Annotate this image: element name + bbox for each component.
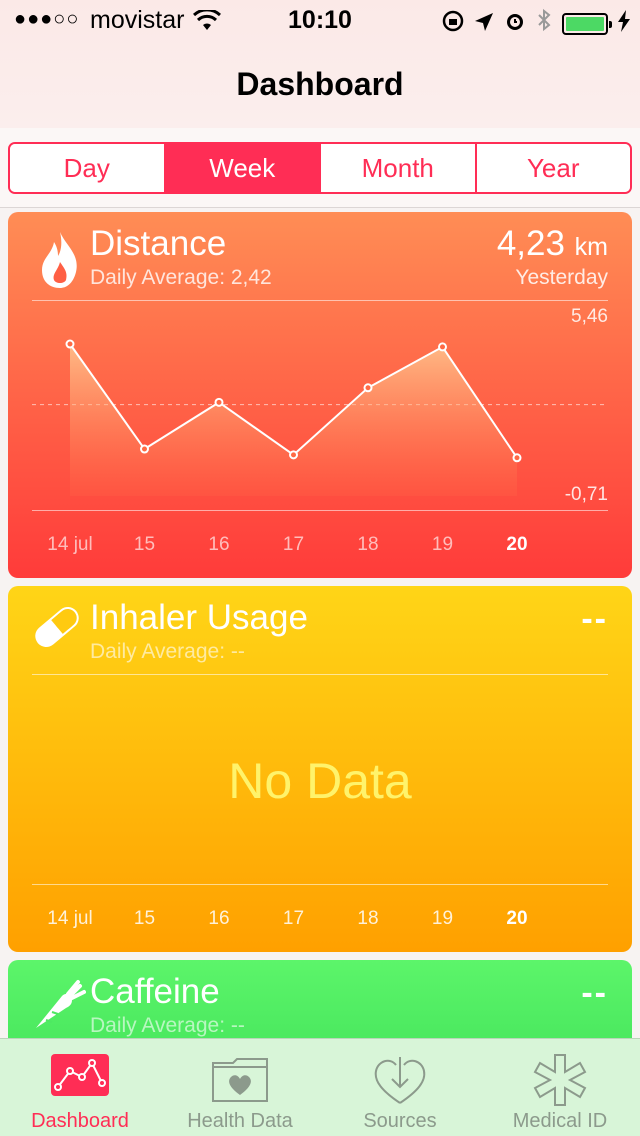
card-title: Caffeine bbox=[90, 972, 220, 1011]
chart-bottom-line bbox=[32, 884, 608, 885]
inhaler-card[interactable]: Inhaler Usage Daily Average: -- -- No Da… bbox=[8, 586, 632, 952]
distance-card[interactable]: Distance Daily Average: 2,42 4,23 km Yes… bbox=[8, 212, 632, 578]
segment-month[interactable]: Month bbox=[321, 144, 477, 192]
x-tick-label: 18 bbox=[357, 908, 379, 929]
location-arrow-icon bbox=[474, 8, 494, 39]
status-bar: ●●●○○ movistar 10:10 bbox=[0, 0, 640, 40]
x-tick-label: 17 bbox=[282, 908, 305, 929]
x-tick-label: 20 bbox=[506, 908, 528, 929]
period-selector-bar: Day Week Month Year bbox=[0, 128, 640, 208]
health-folder-icon bbox=[211, 1053, 269, 1108]
chart-bottom-line bbox=[32, 510, 608, 511]
rotation-lock-icon bbox=[442, 8, 464, 39]
x-tick-label: 16 bbox=[208, 908, 230, 929]
tab-label: Medical ID bbox=[512, 1110, 608, 1132]
no-data-label: No Data bbox=[228, 753, 412, 809]
card-title: Inhaler Usage bbox=[90, 598, 308, 637]
segment-year[interactable]: Year bbox=[476, 144, 630, 192]
battery-icon bbox=[562, 12, 612, 35]
data-point bbox=[438, 342, 447, 352]
x-tick-label: 20 bbox=[506, 534, 528, 555]
x-tick-label: 19 bbox=[431, 534, 454, 555]
tab-dashboard[interactable]: Dashboard bbox=[0, 1039, 160, 1136]
chart-top-line bbox=[32, 674, 608, 675]
tab-label: Sources bbox=[363, 1110, 437, 1132]
daily-average: Daily Average: -- bbox=[90, 1014, 245, 1037]
daily-average: Daily Average: -- bbox=[90, 640, 245, 663]
top-bar: ●●●○○ movistar 10:10 Dashboard bbox=[0, 0, 640, 128]
distance-chart bbox=[32, 339, 608, 496]
bluetooth-icon bbox=[536, 8, 552, 39]
x-tick-label: 17 bbox=[282, 534, 305, 555]
data-point bbox=[65, 339, 75, 349]
page-title: Dashboard bbox=[236, 66, 404, 102]
tab-health-data[interactable]: Health Data bbox=[160, 1039, 320, 1136]
x-tick-label: 19 bbox=[431, 908, 454, 929]
carrot-icon bbox=[32, 978, 86, 1038]
tab-bar: Dashboard Health Data Sources Medical ID bbox=[0, 1038, 640, 1136]
tab-sources[interactable]: Sources bbox=[320, 1039, 480, 1136]
tab-label: Dashboard bbox=[31, 1110, 129, 1132]
alarm-icon bbox=[504, 8, 526, 39]
charging-icon bbox=[618, 8, 630, 39]
medical-star-icon bbox=[533, 1053, 587, 1112]
x-tick-label: 14 jul bbox=[47, 534, 93, 555]
segment-day[interactable]: Day bbox=[10, 144, 166, 192]
status-icons bbox=[442, 8, 630, 39]
x-tick-label: 15 bbox=[133, 534, 156, 555]
sources-download-icon bbox=[372, 1053, 428, 1110]
latest-value: -- bbox=[581, 974, 608, 1012]
data-point bbox=[140, 444, 149, 454]
period-segmented-control: Day Week Month Year bbox=[8, 142, 632, 194]
x-tick-label: 16 bbox=[208, 534, 230, 555]
pill-icon bbox=[30, 600, 84, 660]
x-tick-label: 14 jul bbox=[47, 908, 93, 929]
tab-medical-id[interactable]: Medical ID bbox=[480, 1039, 640, 1136]
x-tick-label: 15 bbox=[133, 908, 156, 929]
x-axis-labels: 14 jul 15 16 17 18 19 20 bbox=[8, 908, 632, 938]
series-area bbox=[70, 344, 517, 496]
segment-week[interactable]: Week bbox=[165, 144, 321, 192]
data-point bbox=[512, 453, 522, 463]
data-point bbox=[214, 397, 224, 407]
latest-value: -- bbox=[581, 600, 608, 638]
data-point bbox=[289, 450, 298, 460]
tab-label: Health Data bbox=[187, 1110, 293, 1132]
data-point bbox=[363, 383, 373, 393]
x-tick-label: 18 bbox=[357, 534, 379, 555]
dashboard-chart-icon bbox=[50, 1053, 110, 1102]
x-axis-labels: 14 jul 15 16 17 18 19 20 bbox=[8, 534, 632, 564]
